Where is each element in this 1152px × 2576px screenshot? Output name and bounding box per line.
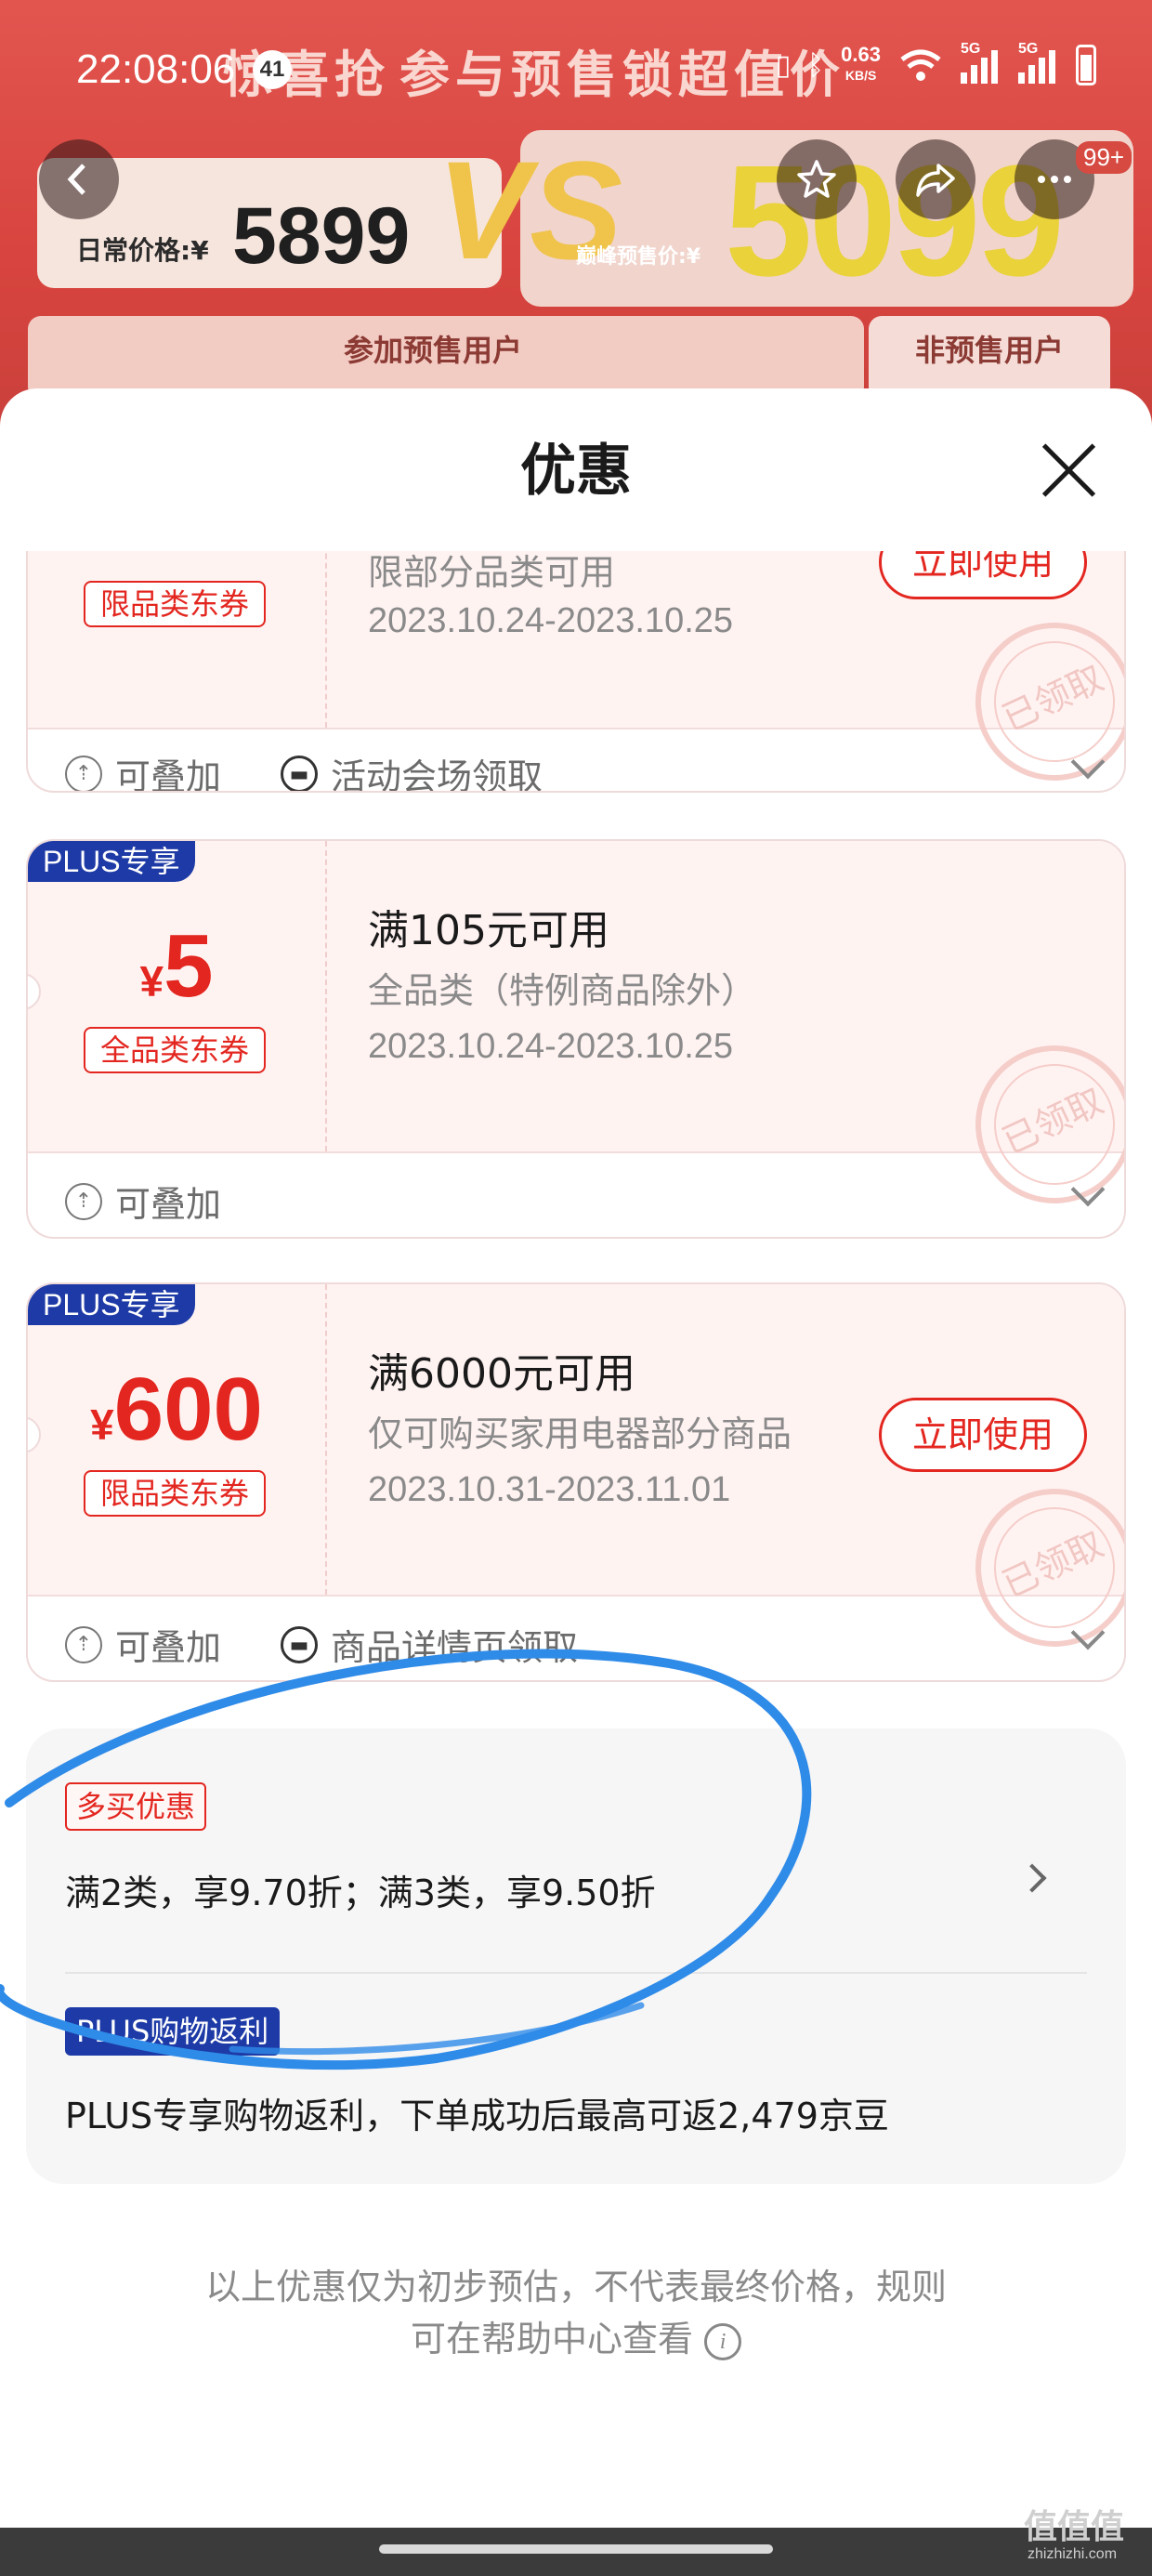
daily-price-label: 日常价格:¥ <box>76 235 209 266</box>
coupon-divider <box>325 551 327 728</box>
bluetooth-icon: ᛒ <box>807 48 825 82</box>
network-type-2: 5G <box>1018 41 1039 57</box>
disclaimer-line-2: 可在帮助中心查看 i <box>0 2313 1152 2365</box>
coupon-dates: 2023.10.24-2023.10.25 <box>368 1027 734 1066</box>
coupon-amount-value: 5 <box>164 916 214 1016</box>
coupon-category-tag: 限品类东券 <box>84 581 266 627</box>
wifi-icon <box>900 49 941 81</box>
signal-2: 5G <box>1018 41 1059 84</box>
ticket-icon: ▬ <box>281 1625 319 1663</box>
signal-1: 5G <box>961 41 1001 84</box>
coupon-scope: 仅可购买家用电器部分商品 <box>368 1413 792 1454</box>
coupon-scope: 全品类（特例商品除外） <box>368 970 757 1011</box>
currency-symbol: ¥ <box>139 957 164 1005</box>
coupon-amount: ¥5 <box>28 915 325 1018</box>
peak-price-value: 5099 <box>725 133 1065 309</box>
presale-user-tab-label: 参加预售用户 <box>344 333 523 368</box>
share-button[interactable] <box>896 139 975 219</box>
coupon-card: 限品类东券 限部分品类可用 2023.10.24-2023.10.25 立即使用… <box>26 551 1126 793</box>
coupon-scope: 限部分品类可用 <box>368 552 616 593</box>
battery-icon <box>1076 45 1096 85</box>
coupon-divider <box>325 841 327 1151</box>
promotion-panel: 多买优惠 满2类，享9.70折；满3类，享9.50折 PLUS购物返利 PLUS… <box>26 1728 1126 2184</box>
coupon-source: 活动会场领取 <box>331 756 543 793</box>
watermark-url: zhizhizhi.com <box>1028 2546 1118 2562</box>
disclaimer-line-1: 以上优惠仅为初步预估，不代表最终价格，规则 <box>204 2267 947 2307</box>
plus-exclusive-tag: PLUS专享 <box>28 841 195 882</box>
coupon-divider <box>325 1284 327 1595</box>
network-speed-value: 0.63 <box>841 43 881 66</box>
coupon-footer: ⇡ 可叠加 ▬ 商品详情页领取 <box>65 1619 578 1670</box>
more-dots-icon <box>1038 176 1071 183</box>
chevron-right-icon[interactable] <box>1017 1863 1047 1893</box>
coupon-footer: ⇡ 可叠加 ▬ 活动会场领取 <box>65 748 543 793</box>
message-count-badge: 99+ <box>1076 141 1132 174</box>
coupon-card: PLUS专享 ¥600 限品类东券 满6000元可用 仅可购买家用电器部分商品 … <box>26 1282 1126 1682</box>
claimed-stamp: 已领取 <box>949 1019 1124 1229</box>
disclaimer-line-2-text: 可在帮助中心查看 <box>410 2319 693 2359</box>
coupon-body: 限品类东券 限部分品类可用 2023.10.24-2023.10.25 立即使用… <box>28 551 1124 791</box>
status-icons: ▯ ᛒ 0.63 KB/S 5G 5G <box>775 41 1096 85</box>
ticket-icon: ▬ <box>281 755 319 791</box>
non-presale-user-tab-label: 非预售用户 <box>915 333 1065 368</box>
peak-price-label: 巅峰预售价:¥ <box>576 245 701 269</box>
daily-price-value: 5899 <box>232 191 411 281</box>
coupon-dates: 2023.10.24-2023.10.25 <box>368 601 734 640</box>
back-button[interactable] <box>39 139 119 219</box>
coupon-condition: 满105元可用 <box>368 907 609 954</box>
claimed-stamp: 已领取 <box>949 1463 1124 1673</box>
coupon-amount: ¥600 <box>28 1359 325 1461</box>
discount-sheet: 优惠 限品类东券 限部分品类可用 2023.10.24-2023.10.25 立… <box>0 388 1152 2576</box>
multi-buy-tag: 多买优惠 <box>65 1782 207 1831</box>
network-speed: 0.63 KB/S <box>841 45 881 85</box>
star-icon <box>797 160 836 198</box>
vibrate-icon: ▯ <box>775 48 792 82</box>
plus-rebate-description: PLUS专享购物返利，下单成功后最高可返2,479京豆 <box>65 2096 889 2136</box>
stack-icon: ⇡ <box>65 1625 102 1663</box>
share-icon <box>916 164 955 197</box>
stack-icon: ⇡ <box>65 755 102 791</box>
coupon-category-tag: 限品类东券 <box>84 1470 266 1517</box>
currency-symbol: ¥ <box>90 1400 114 1449</box>
plus-rebate-tag: PLUS购物返利 <box>65 2007 281 2056</box>
network-speed-unit: KB/S <box>844 68 877 83</box>
home-indicator[interactable] <box>379 2544 773 2554</box>
info-icon[interactable]: i <box>704 2322 742 2360</box>
watermark-logo: 值值值 <box>1024 2508 1125 2546</box>
status-bar: 22:08:06 41 ▯ ᛒ 0.63 KB/S 5G 5G <box>0 33 1152 108</box>
stack-icon: ⇡ <box>65 1182 102 1220</box>
use-now-button[interactable]: 立即使用 <box>879 551 1087 599</box>
coupon-condition: 满6000元可用 <box>368 1350 635 1398</box>
coupon-body: PLUS专享 ¥600 限品类东券 满6000元可用 仅可购买家用电器部分商品 … <box>28 1284 1124 1673</box>
coupon-body: PLUS专享 ¥5 全品类东券 满105元可用 全品类（特例商品除外） 2023… <box>28 841 1124 1229</box>
plus-exclusive-tag: PLUS专享 <box>28 1284 195 1325</box>
coupon-category-tag: 全品类东券 <box>84 1027 266 1073</box>
status-time: 22:08:06 <box>76 46 236 92</box>
multi-buy-description[interactable]: 满2类，享9.70折；满3类，享9.50折 <box>65 1864 656 1915</box>
sheet-title: 优惠 <box>520 439 632 504</box>
network-type-1: 5G <box>961 41 981 57</box>
disclaimer: 以上优惠仅为初步预估，不代表最终价格，规则 可在帮助中心查看 i <box>0 2261 1152 2365</box>
coupon-footer: ⇡ 可叠加 <box>65 1176 221 1227</box>
close-button[interactable] <box>1039 440 1098 500</box>
chevron-left-icon <box>67 164 85 195</box>
promo-divider <box>65 1972 1087 1974</box>
stackable-label: 可叠加 <box>115 1184 222 1225</box>
stackable-label: 可叠加 <box>115 756 222 793</box>
favorite-button[interactable] <box>777 139 857 219</box>
coupon-list[interactable]: 限品类东券 限部分品类可用 2023.10.24-2023.10.25 立即使用… <box>0 551 1152 2410</box>
coupon-source: 商品详情页领取 <box>331 1627 579 1668</box>
stackable-label: 可叠加 <box>115 1627 222 1668</box>
coupon-card: PLUS专享 ¥5 全品类东券 满105元可用 全品类（特例商品除外） 2023… <box>26 839 1126 1239</box>
coupon-dates: 2023.10.31-2023.11.01 <box>368 1470 731 1509</box>
use-now-button[interactable]: 立即使用 <box>879 1398 1087 1472</box>
coupon-amount-value: 600 <box>113 1360 263 1459</box>
notification-count-badge: 41 <box>253 50 292 89</box>
